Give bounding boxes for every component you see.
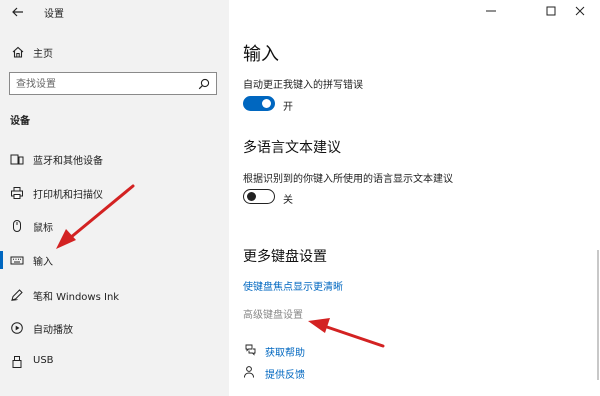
titlebar-left: 设置 — [0, 0, 229, 24]
printer-icon — [11, 187, 23, 199]
section-title: 设备 — [10, 116, 30, 127]
sidebar-item-autoplay[interactable]: 自动播放 — [0, 316, 229, 340]
get-help-link[interactable]: 获取帮助 — [243, 343, 363, 359]
feedback-icon — [244, 366, 254, 378]
toggle-knob — [247, 191, 256, 201]
toggle-knob — [262, 99, 271, 108]
scrollbar[interactable] — [597, 250, 599, 380]
multilingual-state: 关 — [283, 195, 293, 206]
keyboard-icon — [10, 256, 24, 265]
sidebar-item-pen[interactable]: 笔和 Windows Ink — [0, 283, 229, 307]
sidebar-item-input[interactable]: 输入 — [0, 248, 229, 272]
sidebar-item-label: 输入 — [33, 257, 53, 268]
sidebar-item-label: USB — [33, 355, 54, 366]
sidebar-item-label: 自动播放 — [33, 325, 73, 336]
sidebar-item-printers[interactable]: 打印机和扫描仪 — [0, 181, 229, 205]
maximize-icon[interactable] — [541, 3, 561, 19]
autoplay-icon — [11, 322, 23, 334]
usb-icon — [12, 356, 22, 368]
sidebar-item-usb[interactable]: USB — [0, 350, 229, 374]
bluetooth-devices-icon — [10, 154, 24, 165]
window-title: 设置 — [44, 9, 64, 20]
sidebar-item-mouse[interactable]: 鼠标 — [0, 214, 229, 238]
multilingual-heading: 多语言文本建议 — [243, 140, 341, 156]
sidebar-item-label: 打印机和扫描仪 — [33, 190, 103, 201]
search-box — [9, 72, 217, 95]
help-chat-icon — [245, 344, 256, 356]
feedback-link[interactable]: 提供反馈 — [243, 365, 363, 381]
main-panel: 输入 自动更正我键入的拼写错误 开 多语言文本建议 根据识别到的你键入所使用的语… — [229, 0, 600, 396]
sidebar-item-home[interactable]: 主页 — [0, 42, 229, 64]
autocorrect-state: 开 — [283, 102, 293, 113]
feedback-label: 提供反馈 — [265, 370, 305, 381]
page-title: 输入 — [243, 44, 279, 65]
sidebar-item-bluetooth[interactable]: 蓝牙和其他设备 — [0, 147, 229, 171]
minimize-icon[interactable] — [481, 3, 501, 19]
arrow-left-icon[interactable] — [10, 4, 26, 20]
autocorrect-label: 自动更正我键入的拼写错误 — [243, 80, 363, 91]
search-icon[interactable] — [198, 78, 210, 90]
close-icon[interactable] — [570, 3, 590, 19]
multilingual-label: 根据识别到的你键入所使用的语言显示文本建议 — [243, 174, 453, 185]
get-help-label: 获取帮助 — [265, 348, 305, 359]
autocorrect-toggle[interactable] — [243, 96, 275, 111]
home-icon — [12, 46, 24, 58]
more-keyboard-heading: 更多键盘设置 — [243, 249, 327, 265]
sidebar-item-label: 鼠标 — [33, 223, 53, 234]
pen-icon — [11, 289, 23, 301]
home-label: 主页 — [33, 49, 53, 60]
multilingual-toggle[interactable] — [243, 189, 275, 204]
advanced-keyboard-settings-link[interactable]: 高级键盘设置 — [243, 306, 303, 321]
sidebar: 设置 主页 设备 蓝牙和其他设备 打印机和扫描仪 — [0, 0, 229, 396]
sidebar-item-label: 笔和 Windows Ink — [33, 292, 120, 303]
sidebar-item-label: 蓝牙和其他设备 — [33, 156, 103, 167]
keyboard-focus-link[interactable]: 使键盘焦点显示更清晰 — [243, 278, 343, 293]
search-input[interactable] — [16, 77, 186, 91]
mouse-icon — [13, 220, 21, 232]
